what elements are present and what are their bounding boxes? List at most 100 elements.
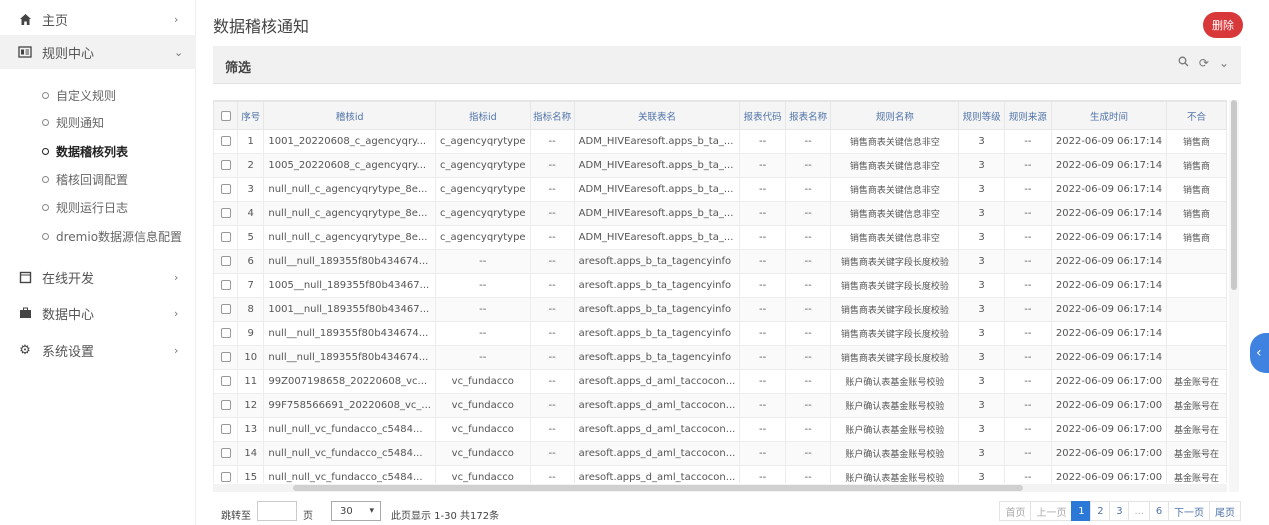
collapse-panel-button[interactable]: ‹ xyxy=(1250,333,1269,373)
sidebar-item-label: dremio数据源信息配置 xyxy=(56,229,183,244)
row-checkbox[interactable] xyxy=(213,201,239,226)
vertical-scrollbar[interactable] xyxy=(1229,100,1239,492)
table-cell: -- xyxy=(1003,393,1052,418)
sidebar-item-dremio-config[interactable]: dremio数据源信息配置 xyxy=(0,224,196,248)
table-cell: 账户确认表基金账号校验 xyxy=(830,393,960,418)
col-header[interactable]: 报表代码 xyxy=(739,101,786,130)
table-cell: 销售商 xyxy=(1166,153,1227,178)
table-row[interactable]: 4 null_null_c_agencyqrytype_8e... c_agency… xyxy=(213,201,1227,226)
col-header[interactable]: 生成时间 xyxy=(1050,101,1168,130)
table-row[interactable]: 2 1005_20220608_c_agencyqry... c_agencyqry… xyxy=(213,153,1227,178)
row-checkbox[interactable] xyxy=(213,345,239,370)
row-checkbox[interactable] xyxy=(213,441,239,466)
nav-data-center[interactable]: 数据中心 › xyxy=(0,296,196,330)
page-button[interactable]: 首页 xyxy=(999,501,1032,521)
table-cell: -- xyxy=(739,441,786,466)
delete-button[interactable]: 删除 xyxy=(1203,12,1243,38)
table-row[interactable]: 13 null_null_vc_fundacco_c5484... vc_funda… xyxy=(213,417,1227,442)
window-icon xyxy=(18,270,32,284)
table-cell: -- xyxy=(739,345,786,370)
page-button[interactable]: 上一页 xyxy=(1030,501,1073,521)
nav-home-label: 主页 xyxy=(42,13,69,29)
col-header[interactable]: 规则名称 xyxy=(830,101,960,130)
nav-settings[interactable]: ⚙ 系统设置 › xyxy=(0,333,196,367)
page-button[interactable]: 3 xyxy=(1109,501,1130,521)
table-cell: null_null_vc_fundacco_c5484... xyxy=(263,465,436,483)
sidebar-item-run-log[interactable]: 规则运行日志 xyxy=(0,195,196,219)
nav-online-dev[interactable]: 在线开发 › xyxy=(0,260,196,294)
col-header[interactable]: 规则等级 xyxy=(958,101,1005,130)
table-cell: aresoft.apps_d_aml_taccocon... xyxy=(573,417,741,442)
row-checkbox[interactable] xyxy=(213,273,239,298)
table-cell: -- xyxy=(1003,177,1052,202)
page-button[interactable]: 下一页 xyxy=(1168,501,1210,521)
nav-data-center-label: 数据中心 xyxy=(42,307,95,323)
row-checkbox[interactable] xyxy=(213,153,239,178)
table-cell: 2022-06-09 06:17:14 xyxy=(1050,225,1168,250)
page-size-value: 30 xyxy=(340,505,353,517)
table-row[interactable]: 3 null_null_c_agencyqrytype_8e... c_agency… xyxy=(213,177,1227,202)
row-checkbox[interactable] xyxy=(213,129,239,154)
table-row[interactable]: 14 null_null_vc_fundacco_c5484... vc_funda… xyxy=(213,441,1227,466)
row-checkbox[interactable] xyxy=(213,297,239,322)
table-cell: -- xyxy=(529,177,575,202)
table-cell: 3 xyxy=(958,345,1005,370)
table-row[interactable]: 6 null__null_189355f80b434674... -- -- areso… xyxy=(213,249,1227,274)
bullet-icon xyxy=(42,203,49,211)
table-cell: 销售商表关键信息非空 xyxy=(830,177,960,202)
page-button[interactable]: 尾页 xyxy=(1209,501,1241,521)
table-cell: 销售商 xyxy=(1166,201,1227,226)
search-icon[interactable] xyxy=(1178,56,1189,70)
table-row[interactable]: 11 99Z007198658_20220608_vc... vc_fundacco… xyxy=(213,369,1227,394)
col-header[interactable]: 指标id xyxy=(434,101,531,130)
page-button[interactable]: 2 xyxy=(1090,501,1111,521)
jump-page-input[interactable] xyxy=(257,501,297,521)
table-row[interactable]: 10 null__null_189355f80b434674... -- -- ares… xyxy=(213,345,1227,370)
table-cell: c_agencyqrytype xyxy=(434,225,531,250)
col-header[interactable]: 报表名称 xyxy=(784,101,832,130)
sidebar: 主页 › 规则中心 ⌄ 自定义规则 规则通知 数据稽核列表 稽核回调配置 规则运… xyxy=(0,0,196,525)
sidebar-item-audit-list[interactable]: 数据稽核列表 xyxy=(0,139,196,163)
nav-rules-center[interactable]: 规则中心 ⌄ xyxy=(0,35,196,69)
select-all-checkbox[interactable] xyxy=(213,101,239,130)
table-row[interactable]: 12 99F758566691_20220608_vc_... vc_fundacc… xyxy=(213,393,1227,418)
table-row[interactable]: 1 1001_20220608_c_agencyqry... c_agencyqry… xyxy=(213,129,1227,154)
table-cell: -- xyxy=(529,417,575,442)
nav-settings-label: 系统设置 xyxy=(42,344,95,360)
refresh-icon[interactable]: ⟳ xyxy=(1199,56,1209,70)
sidebar-item-callback-config[interactable]: 稽核回调配置 xyxy=(0,167,196,191)
col-header[interactable]: 稽核id xyxy=(263,101,436,130)
table-cell: -- xyxy=(529,129,575,154)
table-row[interactable]: 5 null_null_c_agencyqrytype_8e... c_agency… xyxy=(213,225,1227,250)
row-checkbox[interactable] xyxy=(213,249,239,274)
page-size-select[interactable]: 30 ▾ xyxy=(331,501,381,521)
col-header[interactable]: 规则来源 xyxy=(1003,101,1052,130)
horizontal-scrollbar[interactable] xyxy=(213,484,1227,492)
chevron-down-icon[interactable]: ⌄ xyxy=(1219,56,1229,70)
row-checkbox[interactable] xyxy=(213,369,239,394)
sidebar-item-rule-notice[interactable]: 规则通知 xyxy=(0,110,196,134)
row-checkbox[interactable] xyxy=(213,225,239,250)
table-cell: -- xyxy=(529,465,575,483)
row-checkbox[interactable] xyxy=(213,465,239,483)
sidebar-item-custom-rules[interactable]: 自定义规则 xyxy=(0,83,196,107)
col-header[interactable]: 指标名称 xyxy=(529,101,575,130)
table-cell: 8 xyxy=(237,297,265,322)
col-header[interactable]: 不合 xyxy=(1166,101,1227,130)
table-cell xyxy=(1166,297,1227,322)
table-cell: -- xyxy=(434,249,531,274)
row-checkbox[interactable] xyxy=(213,417,239,442)
row-checkbox[interactable] xyxy=(213,393,239,418)
col-header[interactable]: 关联表名 xyxy=(573,101,741,130)
page-button[interactable]: 6 xyxy=(1149,501,1169,521)
row-checkbox[interactable] xyxy=(213,321,239,346)
table-row[interactable]: 9 null__null_189355f80b434674... -- -- areso… xyxy=(213,321,1227,346)
col-header[interactable]: 序号 xyxy=(237,101,265,130)
table-row[interactable]: 15 null_null_vc_fundacco_c5484... vc_funda… xyxy=(213,465,1227,483)
nav-home[interactable]: 主页 › xyxy=(0,2,196,36)
row-checkbox[interactable] xyxy=(213,177,239,202)
table-row[interactable]: 7 1005__null_189355f80b43467... -- -- aresof… xyxy=(213,273,1227,298)
table-row[interactable]: 8 1001__null_189355f80b43467... -- -- aresof… xyxy=(213,297,1227,322)
page-button[interactable]: 1 xyxy=(1071,501,1092,521)
table-cell: 1005_20220608_c_agencyqry... xyxy=(263,153,436,178)
